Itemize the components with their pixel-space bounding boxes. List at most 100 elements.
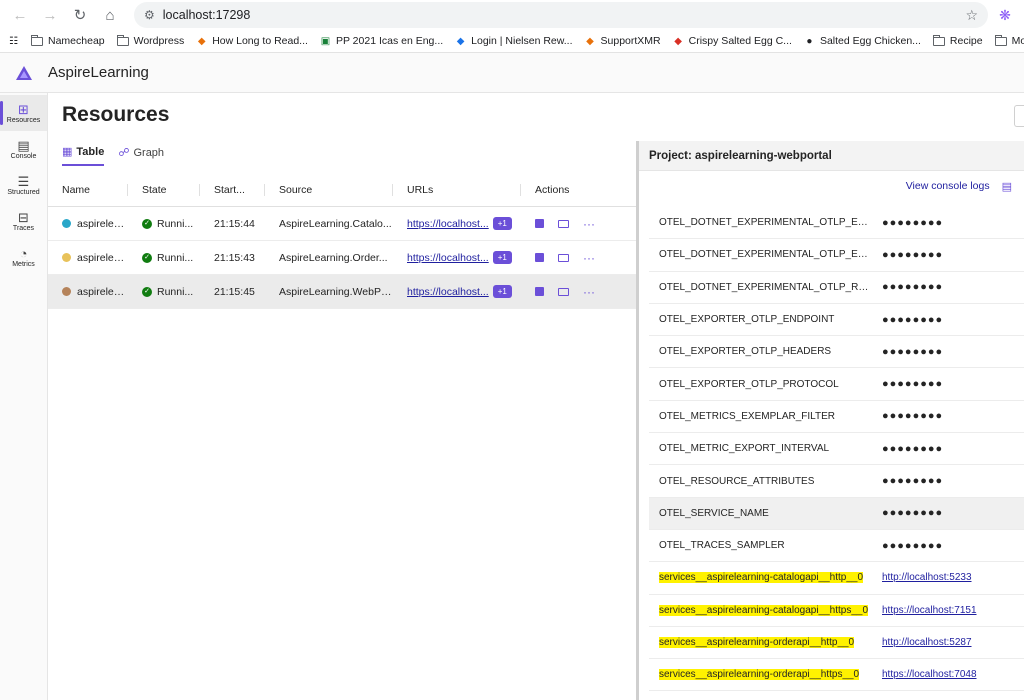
back-icon[interactable]: ← (8, 3, 32, 27)
column-header-actions: Actions (535, 183, 570, 196)
env-name: OTEL_METRIC_EXPORT_INTERVAL (649, 443, 872, 454)
env-value-link[interactable]: https://localhost:7048 (882, 669, 977, 680)
column-header-urls[interactable]: URLs (393, 183, 521, 196)
bookmark-star-icon[interactable]: ☆ (965, 7, 978, 24)
cell-start-time: 21:15:44 (214, 217, 255, 230)
env-value: http://localhost:5233 (872, 572, 972, 583)
env-value: ●●●●●●●● (882, 248, 944, 261)
env-row[interactable]: OTEL_TRACES_SAMPLER ●●●●●●●● (649, 530, 1024, 563)
copy-icon[interactable]: ▤ (1002, 180, 1012, 193)
bookmarks-bar: ☷ Namecheap Wordpress ◆ How Long to Read... ▣… (0, 30, 1024, 53)
env-row[interactable]: services__aspirelearning-orderapi__https… (649, 659, 1024, 692)
bookmark-item[interactable]: ● Salted Egg Chicken... (804, 35, 921, 47)
site-info-icon[interactable]: ⚙ (144, 8, 155, 22)
table-row[interactable]: aspirelearnir ✓ Runni... 21:15:43 AspireLear… (48, 241, 636, 275)
nav-item-traces[interactable]: ⊟ Traces (0, 203, 47, 239)
env-name: OTEL_EXPORTER_OTLP_HEADERS (649, 346, 872, 357)
bookmark-item[interactable]: ◆ Crispy Salted Egg C... (673, 35, 792, 47)
more-options-icon[interactable]: ··· (583, 285, 595, 299)
reload-icon[interactable]: ↻ (68, 3, 92, 27)
env-row[interactable]: OTEL_EXPORTER_OTLP_HEADERS ●●●●●●●● (649, 336, 1024, 369)
cell-state: ✓ Runni... (128, 286, 200, 298)
endpoint-link[interactable]: https://localhost... (407, 286, 489, 298)
env-value-link[interactable]: http://localhost:5233 (882, 572, 972, 583)
bookmark-label: Recipe (949, 35, 983, 47)
bookmark-item[interactable]: ◆ How Long to Read... (196, 35, 308, 47)
column-header-name[interactable]: Name (48, 183, 128, 196)
nav-item-console[interactable]: ▤ Console (0, 131, 47, 167)
env-row[interactable]: OTEL_DOTNET_EXPERIMENTAL_OTLP_RETRY ●●●●●… (649, 272, 1024, 304)
column-header-start[interactable]: Start... (200, 183, 265, 196)
env-value-link[interactable]: https://localhost:7151 (882, 605, 977, 616)
env-value: ●●●●●●●● (882, 345, 944, 358)
stop-icon[interactable] (535, 287, 544, 296)
globe-icon: ● (806, 35, 813, 47)
env-row[interactable]: OTEL_METRIC_EXPORT_INTERVAL ●●●●●●●● (649, 433, 1024, 466)
env-row[interactable]: services__aspirelearning-catalogapi__htt… (649, 562, 1024, 595)
more-options-icon[interactable]: ··· (583, 217, 595, 231)
table-row[interactable]: aspirelearnir ✓ Runni... 21:15:45 AspireLear… (48, 275, 636, 309)
cell-urls: https://localhost... +1 (393, 251, 521, 264)
bookmark-item[interactable]: ◆ SupportXMR (585, 35, 660, 47)
env-row[interactable]: OTEL_DOTNET_EXPERIMENTAL_OTLP_EMIT... ●●●… (649, 239, 1024, 272)
column-header-source[interactable]: Source (265, 183, 393, 196)
cell-start-time: 21:15:43 (214, 251, 255, 264)
env-value: ●●●●●●●● (882, 442, 944, 455)
main-content: Resources ▦ Table ☍ Graph Name State Sta… (48, 93, 1024, 700)
tab-table[interactable]: ▦ Table (62, 145, 105, 166)
cell-name: aspirelearnir (48, 218, 128, 230)
env-row[interactable]: services__aspirelearning-orderapi__http_… (649, 627, 1024, 660)
env-row[interactable]: OTEL_RESOURCE_ATTRIBUTES ●●●●●●●● (649, 465, 1024, 498)
console-icon: ▤ (17, 137, 30, 153)
cell-urls: https://localhost... +1 (393, 285, 521, 298)
bookmark-item[interactable]: Wordpress (116, 34, 184, 47)
stop-icon[interactable] (535, 253, 544, 262)
state-text: Runni... (157, 285, 194, 298)
cell-source: AspireLearning.WebPo... (279, 285, 393, 298)
app-title: AspireLearning (48, 64, 149, 81)
endpoint-link[interactable]: https://localhost... (407, 252, 489, 264)
bookmark-item[interactable]: ☷ (8, 36, 19, 47)
env-row[interactable]: OTEL_EXPORTER_OTLP_ENDPOINT ●●●●●●●● (649, 304, 1024, 337)
more-endpoints-badge[interactable]: +1 (492, 251, 512, 264)
table-row[interactable]: aspirelearnir ✓ Runni... 21:15:44 AspireLear… (48, 207, 636, 241)
more-endpoints-badge[interactable]: +1 (492, 285, 512, 298)
column-header-state[interactable]: State (128, 183, 200, 196)
bookmark-item[interactable]: Recipe (932, 34, 983, 47)
view-console-logs-link[interactable]: View console logs (906, 180, 990, 192)
endpoint-link[interactable]: https://localhost... (407, 218, 489, 230)
console-logs-icon[interactable] (558, 219, 569, 228)
env-value-link[interactable]: http://localhost:5287 (882, 637, 972, 648)
env-value: ●●●●●●●● (882, 378, 944, 391)
nav-item-resources[interactable]: ⊞ Resources (0, 95, 47, 131)
home-icon[interactable]: ⌂ (98, 3, 122, 27)
env-value: ●●●●●●●● (882, 507, 944, 520)
env-row[interactable]: OTEL_SERVICE_NAME ●●●●●●●● (649, 497, 1024, 530)
nav-item-label: Structured (7, 188, 40, 196)
env-row[interactable]: OTEL_EXPORTER_OTLP_PROTOCOL ●●●●●●●● (649, 368, 1024, 401)
forward-icon[interactable]: → (38, 3, 62, 27)
tab-graph[interactable]: ☍ Graph (118, 145, 164, 166)
aspire-logo-icon[interactable] (0, 65, 48, 81)
metrics-icon: ◔ (19, 245, 28, 261)
bookmark-item[interactable]: ◆ Login | Nielsen Rew... (455, 35, 573, 47)
bookmark-item[interactable]: Moving to NZ (994, 34, 1024, 47)
env-name: services__aspirelearning-catalogapi__htt… (649, 604, 872, 616)
stop-icon[interactable] (535, 219, 544, 228)
extension-icon[interactable]: ❋ (994, 7, 1016, 24)
bookmark-item[interactable]: ▣ PP 2021 Icas en Eng... (320, 35, 443, 47)
nav-item-structured[interactable]: ☰ Structured (0, 167, 47, 203)
env-row[interactable]: OTEL_METRICS_EXEMPLAR_FILTER ●●●●●●●● (649, 401, 1024, 434)
address-bar[interactable]: ⚙ localhost:17298 ☆ (134, 2, 988, 28)
console-logs-icon[interactable] (558, 287, 569, 296)
console-logs-icon[interactable] (558, 253, 569, 262)
filter-input-edge[interactable] (1014, 105, 1024, 127)
more-options-icon[interactable]: ··· (583, 251, 595, 265)
nav-item-metrics[interactable]: ◔ Metrics (0, 239, 47, 275)
bookmark-item[interactable]: Namecheap (31, 34, 105, 47)
env-name: OTEL_DOTNET_EXPERIMENTAL_OTLP_EMIT... (649, 217, 872, 228)
env-name: services__aspirelearning-orderapi__https… (649, 669, 872, 681)
more-endpoints-badge[interactable]: +1 (492, 217, 512, 230)
env-row[interactable]: services__aspirelearning-catalogapi__htt… (649, 595, 1024, 627)
env-row[interactable]: OTEL_DOTNET_EXPERIMENTAL_OTLP_EMIT... ●●●… (649, 207, 1024, 240)
